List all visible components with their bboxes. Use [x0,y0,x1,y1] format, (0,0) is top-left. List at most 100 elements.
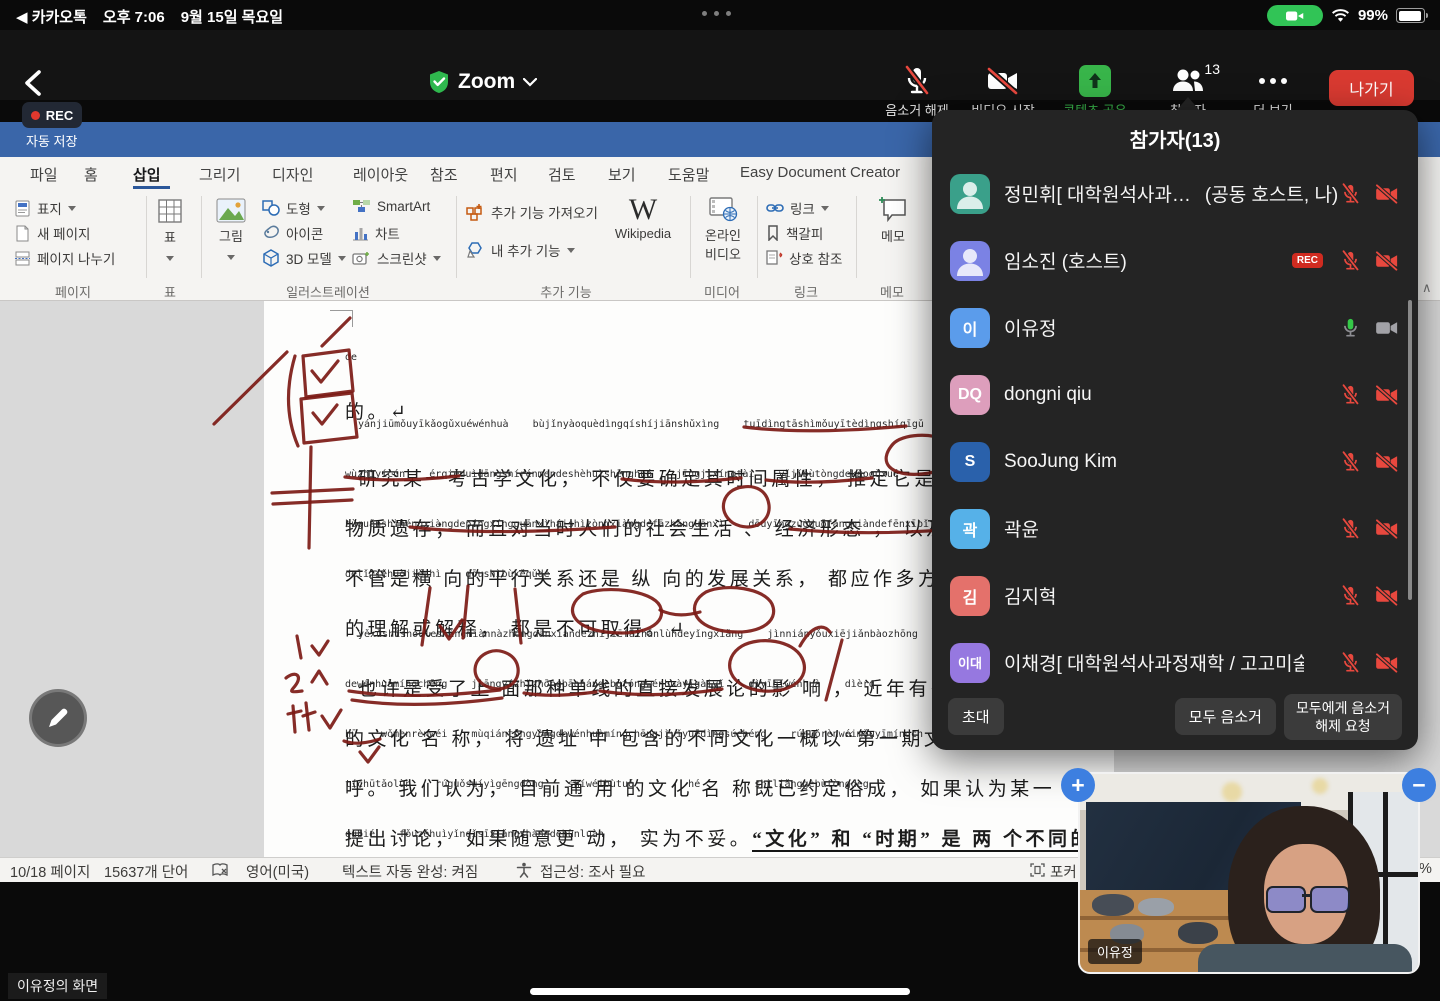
chevron-down-icon [227,255,235,260]
group-label-addins: 추가 기능 [540,285,592,300]
shapes-button[interactable]: 도형 [262,198,325,218]
camera-on-icon [1376,321,1398,334]
panel-scrollbar[interactable] [1408,300,1412,600]
my-addins-button[interactable]: 내 추가 기능 [466,240,575,260]
chevron-down-icon [67,205,76,211]
group-label-table: 표 [164,285,176,300]
tab-help[interactable]: 도움말 [668,164,709,185]
tab-references[interactable]: 참조 [430,164,458,185]
page-break-button[interactable]: 페이지 나누기 [14,248,115,268]
link-button[interactable]: 링크 [766,198,829,218]
chart-icon [353,228,368,241]
smartart-button[interactable]: SmartArt [352,198,430,214]
screenshot-icon [352,252,369,265]
smartart-icon [353,200,370,212]
3d-model-button[interactable]: 3D 모델 [262,248,346,268]
page-break-icon [15,251,30,265]
tab-design[interactable]: 디자인 [272,164,313,185]
back-button[interactable] [20,68,46,103]
table-button[interactable]: 표 [146,198,194,264]
group-label-media: 미디어 [704,285,740,300]
bookmark-icon [768,225,778,241]
3d-model-icon [263,249,279,267]
chevron-down-icon [166,256,174,261]
participant-row[interactable]: 이대 이채경[ 대학원석사과정재학 / 고고미술… [932,629,1418,696]
language-indicator[interactable]: 영어(미국) [246,861,309,882]
cross-reference-button[interactable]: 상호 참조 [766,248,842,268]
word-count[interactable]: 15637개 단어 [104,861,188,882]
proofing-icon[interactable] [212,863,229,878]
screenshot-button[interactable]: 스크린샷 [352,248,441,268]
focus-mode-icon[interactable] [1030,863,1045,877]
zoom-in-button[interactable]: + [1061,768,1095,802]
camera-off-icon [1375,518,1398,539]
participant-row[interactable]: 정민휘[ 대학원석사과… (공동 호스트, 나) [932,160,1418,227]
battery-icon [1396,8,1428,23]
focus-mode-label[interactable]: 포커 [1050,861,1077,882]
bookmark-button[interactable]: 책갈피 [766,223,823,243]
shapes-icon [262,200,280,216]
camera-active-pill-icon[interactable] [1266,5,1323,26]
tab-view[interactable]: 보기 [608,164,636,185]
tab-home[interactable]: 홈 [84,164,98,185]
participants-panel-title: 참가자(13) [1129,130,1221,152]
icons-button[interactable]: 아이콘 [262,223,323,243]
chart-button[interactable]: 차트 [352,223,400,243]
my-addins-icon [467,242,482,258]
cover-page-button[interactable]: 표지 [14,198,76,218]
tab-review[interactable]: 검토 [548,164,576,185]
collapse-ribbon-icon[interactable]: ∧ [1422,280,1432,296]
meeting-info-button[interactable]: Zoom [428,70,538,94]
icons-icon [264,225,279,238]
autosave-label: 자동 저장 [26,134,78,149]
home-indicator[interactable] [530,988,910,995]
back-to-app-link[interactable]: ◀ 카카오톡 [16,6,87,27]
video-thumbnail[interactable]: 이유정 [1078,772,1420,974]
tab-layout[interactable]: 레이아웃 [353,164,408,185]
mic-muted-icon [871,63,963,99]
mic-muted-icon [1341,584,1360,606]
autocomplete-indicator[interactable]: 텍스트 자동 완성: 켜짐 [342,861,478,882]
annotate-button[interactable] [29,689,87,747]
participant-row[interactable]: 임소진 (호스트) REC [932,227,1418,294]
participant-row[interactable]: DQ dongni qiu [932,361,1418,428]
mute-all-button[interactable]: 모두 음소거 [1174,698,1276,736]
avatar: 이 [950,307,990,348]
tab-insert[interactable]: 삽입 [133,164,161,185]
online-video-button[interactable]: 온라인 비디오 [694,196,752,263]
leave-meeting-button[interactable]: 나가기 [1329,70,1414,106]
participant-row[interactable]: 김 김지혁 [932,562,1418,629]
accessibility-status[interactable]: 접근성: 조사 필요 [540,861,645,882]
meeting-title: Zoom [458,70,516,93]
tab-draw[interactable]: 그리기 [199,164,240,185]
chevron-down-icon [316,205,325,211]
picture-button[interactable]: 그림 [208,198,254,263]
page-indicator[interactable]: 10/18 페이지 [10,861,90,882]
panel-footer: 초대 모두 음소거 모두에게 음소거 해제 요청 [932,693,1418,740]
more-dots-icon [1227,63,1319,99]
wikipedia-button[interactable]: W Wikipedia [612,194,674,242]
camera-off-icon [957,63,1049,99]
mic-muted-icon [1341,383,1360,405]
avatar: 김 [950,575,990,616]
blank-page-button[interactable]: 새 페이지 [14,223,90,243]
tab-file[interactable]: 파일 [30,164,58,185]
tab-easy-document-creator[interactable]: Easy Document Creator [740,164,900,181]
wifi-icon [1331,8,1349,22]
accessibility-icon [516,862,532,878]
cover-page-icon [15,200,30,216]
participant-row[interactable]: S SooJung Kim [932,428,1418,495]
battery-percent: 99% [1357,7,1388,24]
participant-row[interactable]: 이 이유정 [932,294,1418,361]
zoom-percent[interactable]: % [1419,861,1432,877]
tab-mailings[interactable]: 편지 [490,164,518,185]
get-addins-button[interactable]: 추가 기능 가져오기 [466,202,598,222]
zoom-out-button[interactable]: − [1402,768,1436,802]
invite-button[interactable]: 초대 [948,698,1004,736]
clock: 오후 7:06 [102,9,165,26]
participants-list: 정민휘[ 대학원석사과… (공동 호스트, 나) 임소진 (호스트) REC 이… [932,160,1418,696]
participant-row[interactable]: 곽 곽윤 [932,495,1418,562]
selected-tab-underline [133,186,170,189]
ask-all-unmute-button[interactable]: 모두에게 음소거 해제 요청 [1283,693,1402,740]
comment-button[interactable]: 메모 [864,196,922,245]
